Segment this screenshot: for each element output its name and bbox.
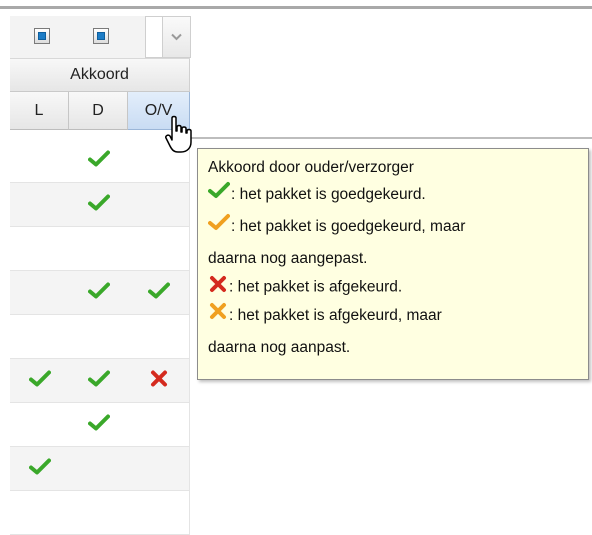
tooltip-line-approved: : het pakket is goedgekeurd. [208,179,578,211]
table-cell-d[interactable] [69,447,128,490]
table-cell-l[interactable] [10,139,69,182]
cross-red-icon [208,275,228,300]
table-cell-d[interactable] [69,491,128,534]
approval-grid [10,139,190,535]
check-green-icon [87,369,110,392]
table-cell-d[interactable] [69,315,128,358]
table-row[interactable] [10,315,190,359]
table-cell-ov[interactable] [128,447,190,490]
table-cell-ov[interactable] [128,271,190,314]
table-cell-l[interactable] [10,183,69,226]
top-border [0,6,592,9]
table-row[interactable] [10,183,190,227]
filter-dropdown-value[interactable] [146,17,163,57]
checkbox-indeterminate-icon [97,32,105,40]
check-green-icon [87,281,110,304]
check-green-icon [87,193,110,216]
table-cell-l[interactable] [10,403,69,446]
table-cell-d[interactable] [69,139,128,182]
table-row[interactable] [10,403,190,447]
column-tooltip: Akkoord door ouder/verzorger : het pakke… [197,148,589,380]
tooltip-text-approved-modified: : het pakket is goedgekeurd, maar [231,218,466,236]
tooltip-line-rejected-modified: : het pakket is afgekeurd, maar [208,300,578,332]
table-cell-l[interactable] [10,227,69,270]
tooltip-line-approved-modified: : het pakket is goedgekeurd, maar [208,211,578,243]
check-orange-icon [208,211,230,243]
select-all-checkbox[interactable] [34,28,50,44]
table-row[interactable] [10,227,190,271]
table-cell-ov[interactable] [128,227,190,270]
filter-toolbar [10,16,191,59]
check-green-icon [87,413,110,436]
group-header-akkoord: Akkoord [10,59,190,92]
column-header-l[interactable]: L [10,92,69,130]
check-green-icon [28,369,51,392]
table-cell-ov[interactable] [128,315,190,358]
table-cell-l[interactable] [10,447,69,490]
table-cell-ov[interactable] [128,403,190,446]
filter-dropdown-button[interactable] [163,17,190,57]
table-cell-l[interactable] [10,315,69,358]
header-divider [190,137,592,139]
check-green-icon [148,281,170,304]
table-row[interactable] [10,447,190,491]
table-cell-d[interactable] [69,359,128,402]
tooltip-text-rejected-modified: : het pakket is afgekeurd, maar [229,307,442,325]
tooltip-text-rejected-modified-cont: daarna nog aanpast. [208,339,351,357]
table-cell-ov[interactable] [128,183,190,226]
table-cell-d[interactable] [69,271,128,314]
table-cell-l[interactable] [10,359,69,402]
table-row[interactable] [10,359,190,403]
table-row[interactable] [10,139,190,183]
hand-pointer-icon [164,115,194,160]
column-header-d[interactable]: D [69,92,128,130]
cross-red-icon [149,369,169,392]
tooltip-text-rejected: : het pakket is afgekeurd. [229,278,403,296]
table-cell-l[interactable] [10,491,69,534]
filter-dropdown[interactable] [145,16,191,58]
check-green-icon [87,149,110,172]
table-cell-d[interactable] [69,403,128,446]
select-d-checkbox[interactable] [93,28,109,44]
tooltip-text-approved-modified-cont: daarna nog aangepast. [208,250,368,268]
chevron-down-icon [171,33,182,41]
tooltip-title: Akkoord door ouder/verzorger [208,159,414,176]
check-green-icon [208,179,230,211]
table-cell-l[interactable] [10,271,69,314]
table-cell-ov[interactable] [128,359,190,402]
tooltip-text-approved: : het pakket is goedgekeurd. [231,186,426,204]
table-row[interactable] [10,271,190,315]
tooltip-line-rejected: : het pakket is afgekeurd. [208,275,578,300]
table-cell-ov[interactable] [128,491,190,534]
table-cell-d[interactable] [69,227,128,270]
checkbox-indeterminate-icon [38,32,46,40]
cross-orange-icon [208,300,228,332]
check-green-icon [28,457,51,480]
table-cell-d[interactable] [69,183,128,226]
table-row[interactable] [10,491,190,535]
